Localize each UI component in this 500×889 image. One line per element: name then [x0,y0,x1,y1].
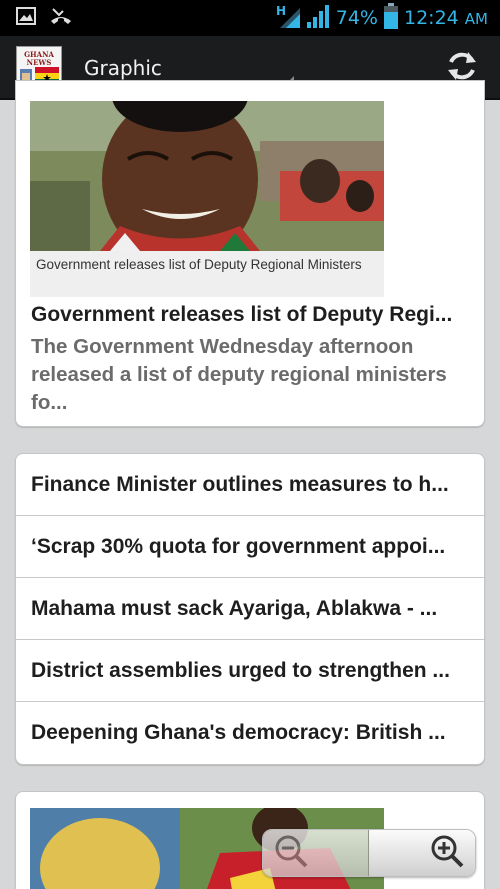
headline-title: District assemblies urged to strengthen … [31,658,450,682]
list-item[interactable]: Deepening Ghana's democracy: British ... [16,702,484,764]
network-h-icon: H [276,4,300,33]
headline-title: ‘Scrap 30% quota for government appoi... [31,534,446,558]
zoom-out-icon [273,833,309,874]
zoom-control [262,829,476,877]
clock-ampm: AM [464,10,488,28]
list-item[interactable]: District assemblies urged to strengthen … [16,640,484,702]
headline-title: Mahama must sack Ayariga, Ablakwa - ... [31,596,438,620]
svg-text:NEWS: NEWS [27,58,52,67]
clock-time: 12:24 [403,7,459,29]
headline-title: Finance Minister outlines measures to h.… [31,472,449,496]
missed-call-icon [50,7,72,30]
app-title[interactable]: Graphic [84,56,162,80]
list-item[interactable]: Finance Minister outlines measures to h.… [16,454,484,516]
featured-article-image[interactable] [30,101,384,251]
list-item[interactable]: ‘Scrap 30% quota for government appoi... [16,516,484,578]
featured-image-caption: Government releases list of Deputy Regio… [30,251,384,297]
gallery-icon [16,6,36,30]
zoom-in-icon [429,833,465,874]
list-item[interactable]: Mahama must sack Ayariga, Ablakwa - ... [16,578,484,640]
svg-text:H: H [276,4,286,18]
featured-article-title[interactable]: Government releases list of Deputy Regi.… [31,303,471,327]
battery-percent: 74% [335,7,378,29]
zoom-in-button[interactable] [369,830,475,876]
featured-article-summary: The Government Wednesday afternoon relea… [31,335,447,414]
zoom-out-button[interactable] [263,830,369,876]
signal-icon [306,4,330,33]
featured-article-card[interactable]: Government releases list of Deputy Regio… [15,80,485,427]
headlines-list: Finance Minister outlines measures to h.… [15,453,485,765]
headline-title: Deepening Ghana's democracy: British ... [31,721,446,744]
battery-icon [383,2,398,34]
clock: 12:24 AM [404,7,488,29]
status-bar: H 74% 12:24 AM [0,0,500,36]
